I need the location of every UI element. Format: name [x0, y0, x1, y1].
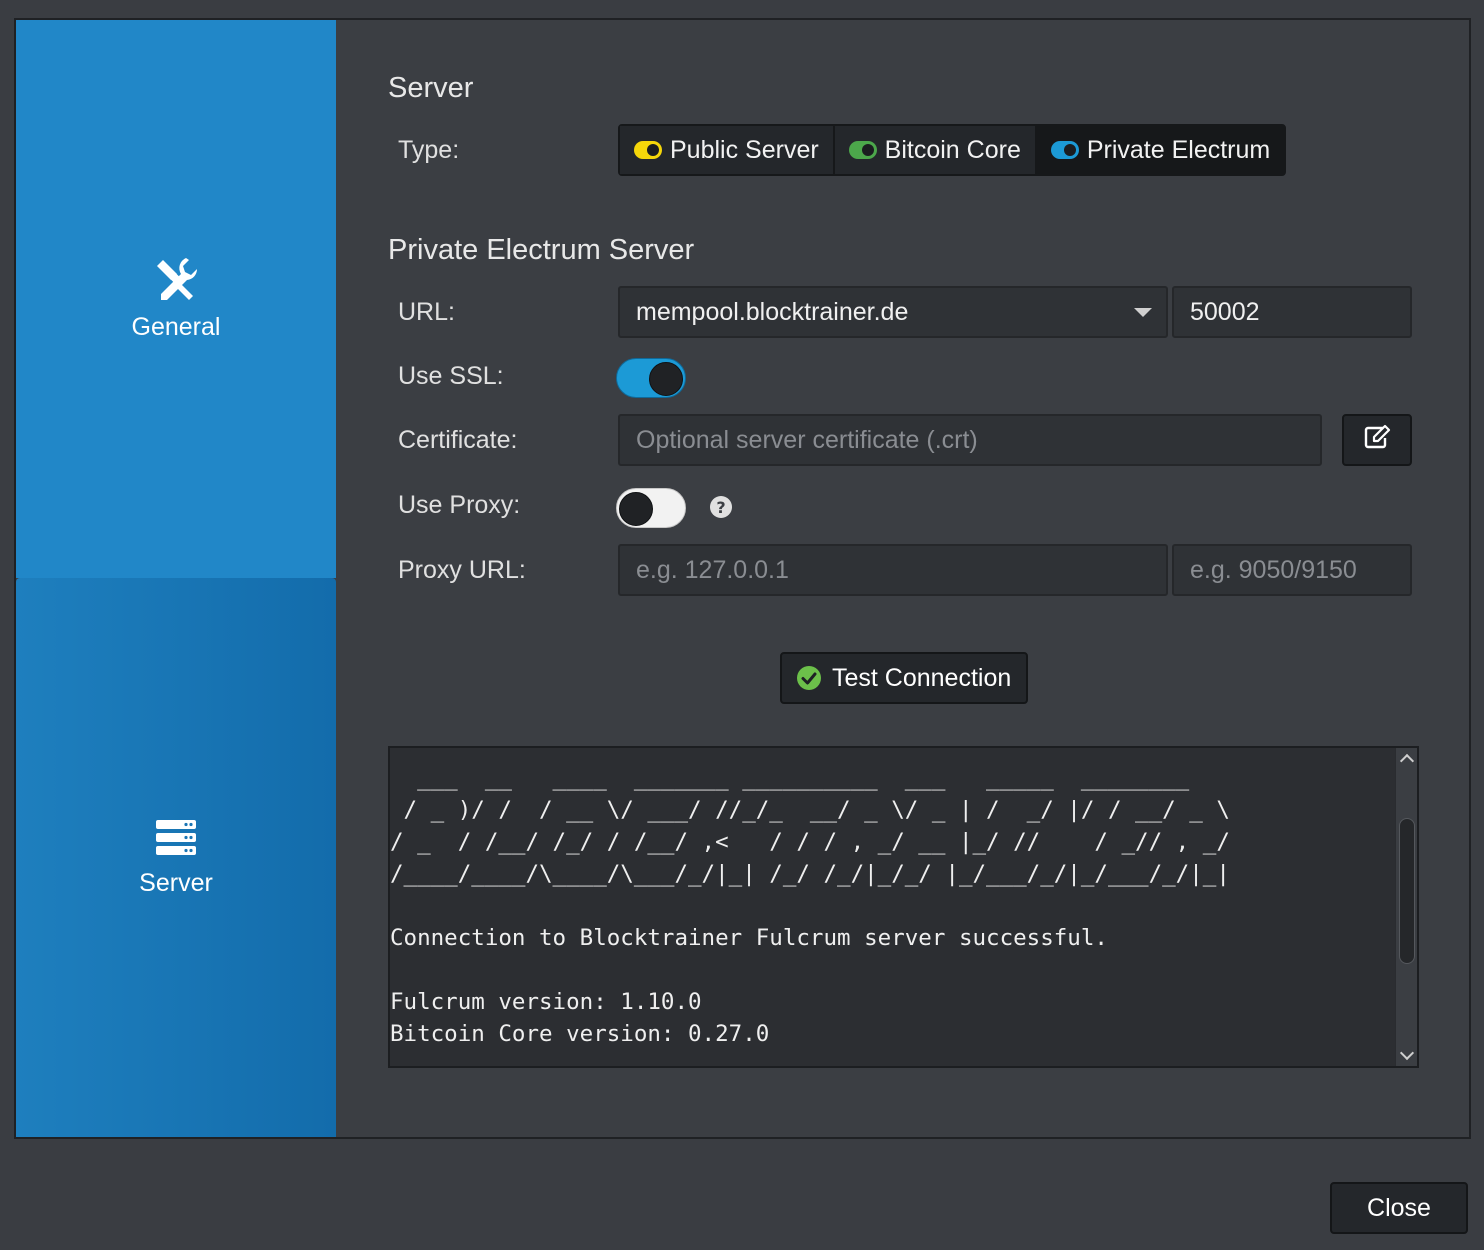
sidebar-item-label: General — [131, 313, 221, 341]
sidebar-item-general[interactable]: General — [16, 20, 336, 578]
preferences-panel: General Server Server Type: Public Serve… — [14, 18, 1471, 1139]
output-text: ___ __ ____ _______ __________ ___ _____… — [390, 765, 1230, 1047]
close-button[interactable]: Close — [1330, 1182, 1468, 1234]
proxy-url-label: Proxy URL: — [398, 556, 526, 584]
port-value: 50002 — [1190, 297, 1260, 326]
url-label: URL: — [398, 298, 455, 326]
test-connection-label: Test Connection — [832, 663, 1012, 692]
server-icon — [155, 818, 197, 863]
toggle-pill-icon — [848, 141, 877, 159]
server-type-selector: Public Server Bitcoin Core Private Elect… — [618, 124, 1287, 176]
toggle-pill-icon — [634, 141, 662, 159]
chevron-down-icon[interactable] — [1399, 1045, 1415, 1061]
ssl-toggle[interactable] — [616, 358, 686, 398]
test-connection-button[interactable]: Test Connection — [780, 652, 1028, 704]
port-field[interactable]: 50002 — [1172, 286, 1412, 338]
tools-icon — [153, 256, 199, 307]
scrollbar-thumb[interactable] — [1399, 818, 1415, 964]
proxy-port-field[interactable]: e.g. 9050/9150 — [1172, 544, 1412, 596]
type-bitcoin-core-button[interactable]: Bitcoin Core — [834, 126, 1037, 174]
proxy-toggle[interactable] — [616, 488, 686, 528]
section-title-server: Server — [388, 72, 474, 104]
chevron-up-icon[interactable] — [1399, 753, 1415, 769]
sidebar-item-label: Server — [139, 868, 213, 897]
check-circle-icon — [796, 665, 822, 691]
proxy-host-placeholder: e.g. 127.0.0.1 — [636, 555, 789, 584]
toggle-knob — [649, 362, 683, 396]
sidebar-item-server[interactable]: Server — [16, 578, 336, 1137]
sidebar: General Server — [16, 20, 336, 1137]
close-label: Close — [1367, 1193, 1431, 1222]
url-value: mempool.blocktrainer.de — [636, 297, 909, 326]
proxy-label: Use Proxy: — [398, 491, 521, 519]
type-public-server-label: Public Server — [670, 135, 819, 164]
type-label: Type: — [398, 136, 460, 164]
certificate-placeholder: Optional server certificate (.crt) — [636, 425, 978, 454]
proxy-host-field[interactable]: e.g. 127.0.0.1 — [618, 544, 1168, 596]
edit-icon — [1363, 424, 1391, 457]
chevron-down-icon[interactable] — [1134, 308, 1152, 317]
toggle-knob — [619, 492, 653, 526]
type-private-electrum-label: Private Electrum — [1086, 135, 1271, 164]
certificate-field[interactable]: Optional server certificate (.crt) — [618, 414, 1322, 466]
ssl-label: Use SSL: — [398, 362, 504, 390]
connection-output: ___ __ ____ _______ __________ ___ _____… — [388, 746, 1419, 1068]
toggle-pill-icon — [1050, 141, 1079, 159]
certificate-label: Certificate: — [398, 426, 518, 454]
type-private-electrum-button[interactable]: Private Electrum — [1036, 126, 1285, 174]
output-scrollbar[interactable] — [1395, 748, 1417, 1066]
help-icon[interactable]: ? — [710, 496, 732, 518]
url-combobox[interactable]: mempool.blocktrainer.de — [618, 286, 1168, 338]
type-bitcoin-core-label: Bitcoin Core — [884, 135, 1021, 164]
server-settings: Server Type: Public Server Bitcoin Core … — [336, 20, 1469, 1137]
type-public-server-button[interactable]: Public Server — [620, 126, 835, 174]
proxy-port-placeholder: e.g. 9050/9150 — [1190, 555, 1357, 584]
edit-certificate-button[interactable] — [1342, 414, 1412, 466]
section-title-private-electrum: Private Electrum Server — [388, 234, 695, 266]
